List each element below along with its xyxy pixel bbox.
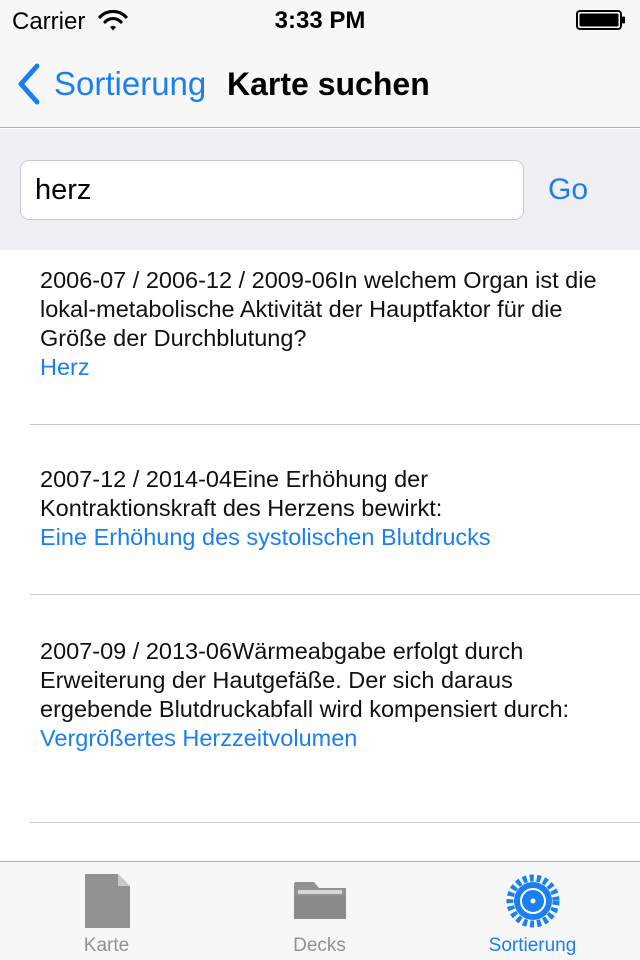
go-button[interactable]: Go [548, 173, 588, 207]
card-question: 2007-09 / 2013-06Wärmeabgabe erfolgt dur… [40, 638, 570, 722]
divider [30, 594, 640, 595]
list-item[interactable]: 2007-09 / 2013-06Wärmeabgabe erfolgt dur… [40, 637, 610, 753]
list-item[interactable]: 2007-12 / 2014-04Eine Erhöhung der Kontr… [40, 465, 610, 552]
card-question: 2007-12 / 2014-04Eine Erhöhung der Kontr… [40, 466, 443, 521]
list-item[interactable]: 2006-07 / 2006-12 / 2009-06In welchem Or… [40, 266, 610, 382]
page-title: Karte suchen [227, 66, 430, 102]
tab-decks-label: Decks [293, 935, 346, 956]
clock: 3:33 PM [274, 7, 366, 34]
card-question: 2006-07 / 2006-12 / 2009-06In welchem Or… [40, 267, 597, 351]
tab-karte-label: Karte [83, 935, 130, 956]
search-input[interactable] [20, 160, 524, 220]
divider [30, 424, 640, 425]
card-answer: Vergrößertes Herzzeitvolumen [40, 725, 358, 751]
folder-icon [293, 882, 346, 919]
battery-icon [576, 10, 625, 30]
chevron-left-icon [18, 63, 40, 105]
tab-sortierung[interactable]: Sortierung [426, 862, 639, 960]
divider [30, 822, 640, 823]
card-icon [84, 874, 130, 928]
tab-karte[interactable]: Karte [0, 862, 213, 960]
tab-decks[interactable]: Decks [213, 862, 426, 960]
status-bar: Carrier 3:33 PM [0, 0, 640, 40]
gear-icon [506, 874, 559, 928]
tab-sortierung-label: Sortierung [488, 935, 577, 956]
search-bar: Go [0, 129, 640, 250]
card-answer: Herz [40, 354, 90, 380]
tab-bar: Karte Decks Sortierung [0, 861, 640, 960]
card-answer: Eine Erhöhung des systolischen Blutdruck… [40, 524, 491, 550]
back-button[interactable]: Sortierung [16, 62, 206, 106]
back-button-label: Sortierung [54, 65, 207, 102]
navigation-bar: Sortierung Karte suchen [0, 40, 640, 128]
results-list: 2006-07 / 2006-12 / 2009-06In welchem Or… [0, 250, 640, 860]
